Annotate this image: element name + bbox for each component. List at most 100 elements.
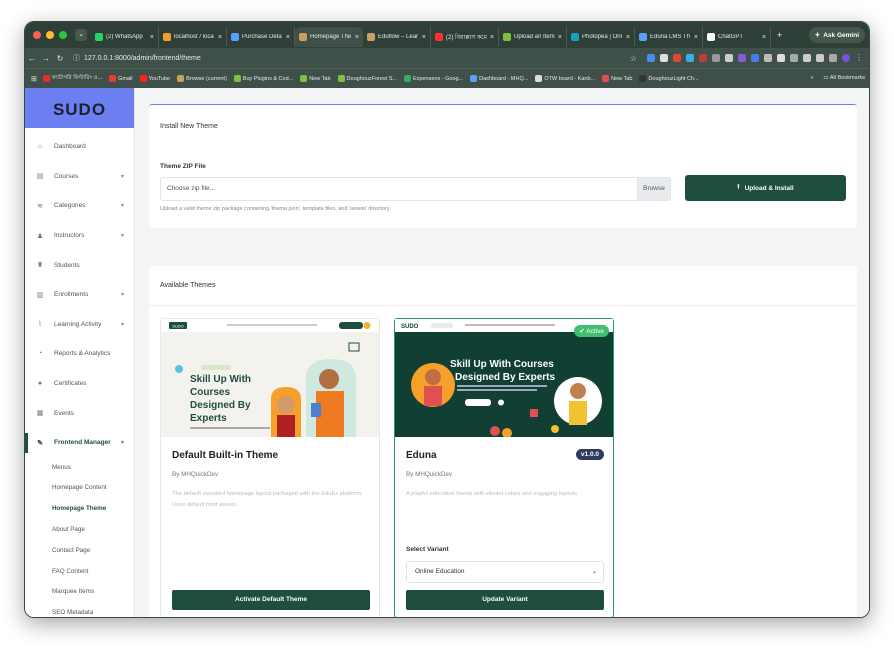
extension-icon[interactable] [764,54,772,62]
close-tab-icon[interactable]: × [355,34,359,41]
browser-tab[interactable]: Eduflow – Lear × [363,27,431,47]
maximize-window-button[interactable] [59,31,67,39]
update-variant-button[interactable]: Update Variant [406,590,604,610]
bookmark-item[interactable]: New Tab [602,75,632,83]
bookmark-star-icon[interactable]: ☆ [630,54,637,63]
frontend-submenu: Menus Homepage Content Homepage Theme About… [25,458,134,617]
browser-tab[interactable]: Photopea | Onl × [567,27,635,47]
browser-tab[interactable]: Homepage The × [295,27,363,47]
submenu-item[interactable]: Homepage Theme [25,499,134,520]
forward-icon[interactable]: → [39,54,53,63]
extension-icon[interactable] [686,54,694,62]
upload-install-button[interactable]: ⭱ Upload & Install [685,175,846,201]
bookmark-item[interactable]: New Tab [300,75,331,83]
all-bookmarks-link[interactable]: ▭ All Bookmarks [823,75,865,81]
close-tab-icon[interactable]: × [694,34,698,41]
submenu-item[interactable]: Contact Page [25,541,134,562]
more-bookmarks-icon[interactable]: » [810,75,813,81]
profile-avatar[interactable] [842,54,850,62]
activate-default-theme-button[interactable]: Activate Default Theme [172,590,370,610]
reload-icon[interactable]: ↻ [53,54,67,63]
close-tab-icon[interactable]: × [626,34,630,41]
sidebar-item-frontend-manager[interactable]: ✎ Frontend Manager ▾ [25,428,134,458]
close-window-button[interactable] [33,31,41,39]
new-tab-button[interactable]: + [777,30,782,40]
extension-icon[interactable] [647,54,655,62]
bookmark-item[interactable]: Dashboard - MHQ... [470,75,528,83]
extension-icon[interactable] [777,54,785,62]
close-tab-icon[interactable]: × [286,34,290,41]
extension-icon[interactable] [751,54,759,62]
sidebar-item-instructors[interactable]: ♟ Instructors ▾ [25,221,134,251]
sidebar-item-dashboard[interactable]: ⌂ Dashboard [25,132,134,162]
extension-icon[interactable] [673,54,681,62]
sidebar-item-learning-activity[interactable]: ⌇ Learning Activity ▾ [25,310,134,340]
menu-icon[interactable]: ⋮ [855,54,863,62]
browser-window: ⌄ (2) WhatsApp × localhost / loca × Purchase… [24,21,870,618]
close-tab-icon[interactable]: × [422,34,426,41]
clipboard-icon: ▥ [36,291,44,299]
browser-tab[interactable]: ChatGPT × [703,27,771,47]
bookmark-item[interactable]: YouTube [139,75,170,83]
chart-icon: ⌇ [38,321,42,329]
themes-header: Available Themes [149,266,857,306]
browser-tab[interactable]: Purchase Deta × [227,27,295,47]
browser-tab[interactable]: (2) বিয়াল্লাস কমে × [431,27,499,47]
sidebar-item-courses[interactable]: ▤ Courses ▾ [25,162,134,192]
extension-icon[interactable] [790,54,798,62]
extension-icon[interactable] [803,54,811,62]
bookmark-item[interactable]: DoughouzLight Ch... [639,75,699,83]
svg-text:Skill Up With: Skill Up With [190,374,251,385]
close-tab-icon[interactable]: × [218,34,222,41]
submenu-item[interactable]: Menus [25,458,134,479]
browser-tab[interactable]: Upload an Item × [499,27,567,47]
extension-icon[interactable] [660,54,668,62]
bookmark-item[interactable]: DoughouzForest S... [337,75,397,83]
bookmark-item[interactable]: Browse (current) [177,75,227,83]
submenu-item[interactable]: About Page [25,520,134,541]
browser-tab[interactable]: localhost / loca × [159,27,227,47]
browser-tab[interactable]: Eduna LMS Th × [635,27,703,47]
variant-select[interactable]: Online Education ⌄ [406,561,604,583]
close-tab-icon[interactable]: × [558,34,562,41]
ask-gemini-button[interactable]: ✦ Ask Gemini [808,27,865,43]
address-bar[interactable]: ⓘ 127.0.0.1:8000/admin/frontend/theme [73,51,630,65]
theme-description: A playful education theme with vibrant c… [406,491,578,497]
close-tab-icon[interactable]: × [490,34,494,41]
bookmark-favicon-icon [300,75,308,82]
sidebar-menu: ⌂ Dashboard ▤ Courses ▾ ≋ Categories ▾ ♟ Instruct… [25,128,134,458]
extension-icon[interactable] [699,54,707,62]
extension-icon[interactable] [829,54,837,62]
extension-icon[interactable] [738,54,746,62]
bookmark-item[interactable]: ক্যাটাগরি ফিল্টারিং ও... [42,75,102,83]
submenu-item[interactable]: Homepage Content [25,478,134,499]
minimize-window-button[interactable] [46,31,54,39]
apps-grid-icon[interactable]: ⊞ [31,75,37,83]
browse-button[interactable]: Browse [637,178,670,200]
bookmark-item[interactable]: OTW board - Kanb... [535,75,595,83]
zip-file-input[interactable]: Choose zip file... Browse [160,177,671,201]
tab-search-icon[interactable]: ⌄ [75,29,87,41]
extension-icon[interactable] [712,54,720,62]
download-icon[interactable] [816,54,824,62]
submenu-item[interactable]: SEO Metadata [25,603,134,617]
browser-tab[interactable]: (2) WhatsApp × [91,27,159,47]
close-tab-icon[interactable]: × [762,34,766,41]
sidebar-item-students[interactable]: ♜ Students [25,250,134,280]
sidebar-item-certificates[interactable]: ● Certificates [25,369,134,399]
sidebar-item-enrollments[interactable]: ▥ Enrollments ▾ [25,280,134,310]
extension-icon[interactable] [725,54,733,62]
bookmark-item[interactable]: Gmail [109,75,133,83]
submenu-item[interactable]: FAQ Content [25,562,134,583]
close-tab-icon[interactable]: × [150,34,154,41]
bookmark-item[interactable]: Expensens - Goog... [404,75,463,83]
theme-author: By MHQuickDev [172,471,219,478]
sidebar-item-reports-analytics[interactable]: ◔ Reports & Analytics [25,339,134,369]
sidebar-logo[interactable]: SUDO [25,88,134,128]
submenu-item[interactable]: Marquee Items [25,582,134,603]
sidebar-item-events[interactable]: ▦ Events [25,398,134,428]
sidebar-item-categories[interactable]: ≋ Categories ▾ [25,191,134,221]
site-info-icon[interactable]: ⓘ [73,53,80,63]
back-icon[interactable]: ← [25,54,39,63]
bookmark-item[interactable]: Buy Plugins & Cod... [233,75,293,83]
